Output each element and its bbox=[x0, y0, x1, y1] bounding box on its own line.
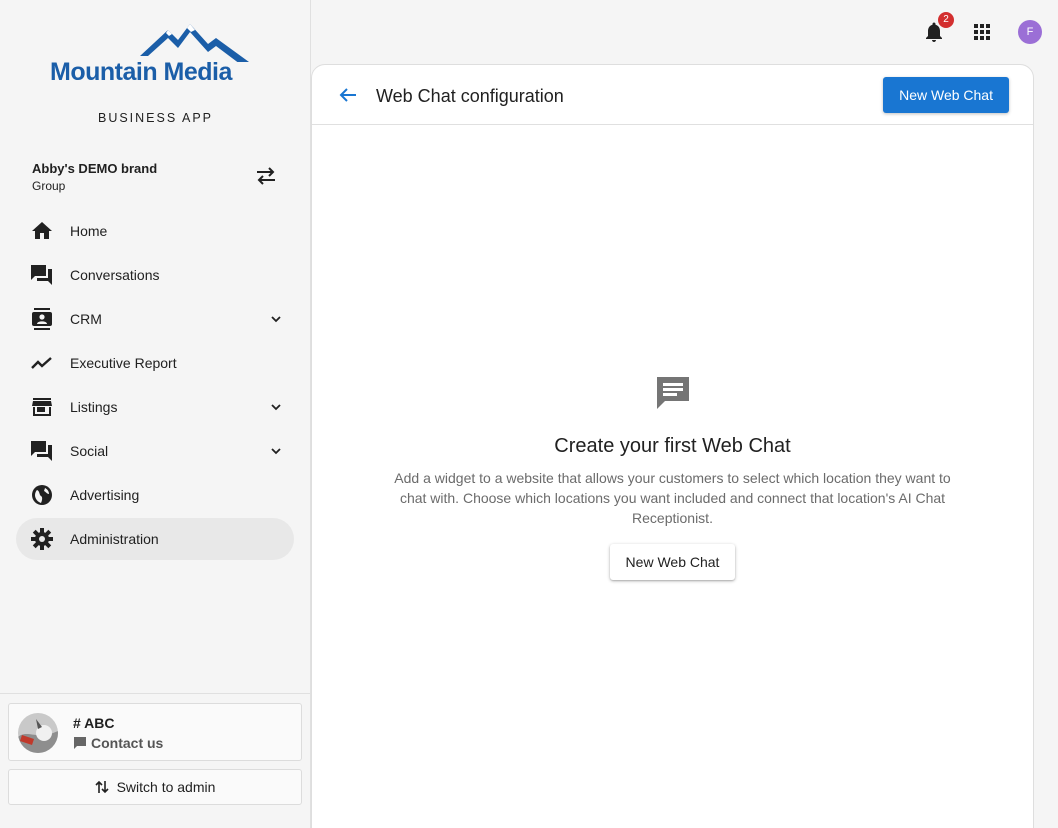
arrow-back-icon bbox=[339, 88, 356, 102]
notification-badge: 2 bbox=[938, 12, 954, 28]
sidebar-item-conversations[interactable]: Conversations bbox=[16, 254, 294, 296]
new-web-chat-button[interactable]: New Web Chat bbox=[883, 77, 1009, 113]
sidebar-nav: Home Conversations CRM Executive Report bbox=[16, 210, 294, 562]
chat-icon bbox=[74, 737, 86, 749]
brand-info: Abby's DEMO brand Group bbox=[32, 161, 157, 193]
contact-us-link[interactable]: Contact us bbox=[73, 735, 163, 751]
swap-vertical-icon bbox=[95, 780, 109, 794]
sidebar-item-label: Administration bbox=[70, 531, 159, 547]
apps-grid-icon bbox=[974, 24, 990, 40]
chevron-down-icon[interactable] bbox=[268, 399, 284, 415]
sidebar-item-label: Social bbox=[70, 443, 109, 459]
back-button[interactable] bbox=[336, 83, 360, 107]
sidebar-item-advertising[interactable]: Advertising bbox=[16, 474, 294, 516]
contacts-icon bbox=[30, 307, 54, 331]
chevron-down-icon[interactable] bbox=[268, 311, 284, 327]
logo-text: Mountain Media bbox=[50, 58, 232, 86]
gear-icon bbox=[30, 527, 54, 551]
sidebar-item-administration[interactable]: Administration bbox=[16, 518, 294, 560]
main-panel: Web Chat configuration New Web Chat Crea… bbox=[311, 64, 1034, 828]
partner-avatar bbox=[18, 713, 58, 753]
social-icon bbox=[30, 439, 54, 463]
sidebar-item-label: Listings bbox=[70, 399, 118, 415]
switch-admin-label: Switch to admin bbox=[116, 779, 216, 795]
app-label: BUSINESS APP bbox=[97, 111, 213, 125]
mountain-media-logo[interactable]: Mountain Media bbox=[48, 22, 262, 86]
sidebar-item-home[interactable]: Home bbox=[16, 210, 294, 252]
globe-icon bbox=[30, 483, 54, 507]
empty-state-title: Create your first Web Chat bbox=[554, 435, 791, 457]
brand-type: Group bbox=[32, 179, 66, 193]
sidebar-item-executive-report[interactable]: Executive Report bbox=[16, 342, 294, 384]
apps-button[interactable] bbox=[970, 20, 994, 44]
switch-to-admin-button[interactable]: Switch to admin bbox=[8, 769, 302, 805]
chat-message-icon bbox=[653, 373, 693, 413]
switch-brand-button[interactable] bbox=[254, 164, 278, 188]
brand-name: Abby's DEMO brand bbox=[32, 161, 158, 176]
sidebar-footer: # ABC Contact us Switch to admin bbox=[0, 693, 311, 828]
sidebar-item-listings[interactable]: Listings bbox=[16, 386, 294, 428]
sidebar: Mountain Media BUSINESS APP Abby's DEMO … bbox=[0, 0, 311, 828]
home-icon bbox=[30, 219, 54, 243]
swap-icon bbox=[257, 167, 275, 185]
contact-us-label: Contact us bbox=[91, 735, 164, 751]
chevron-down-icon[interactable] bbox=[268, 443, 284, 459]
empty-state: Create your first Web Chat Add a widget … bbox=[312, 373, 1033, 580]
empty-state-description: Add a widget to a website that allows yo… bbox=[394, 470, 951, 526]
partner-name: # ABC bbox=[73, 715, 115, 731]
sidebar-item-label: Home bbox=[70, 223, 108, 239]
page-title: Web Chat configuration bbox=[376, 86, 564, 106]
trending-icon bbox=[30, 351, 54, 375]
sidebar-item-label: Conversations bbox=[70, 267, 160, 283]
page-header: Web Chat configuration New Web Chat bbox=[312, 65, 1033, 125]
sidebar-item-social[interactable]: Social bbox=[16, 430, 294, 472]
empty-new-web-chat-button[interactable]: New Web Chat bbox=[609, 544, 736, 580]
contact-card[interactable]: # ABC Contact us bbox=[8, 703, 302, 761]
sidebar-item-label: CRM bbox=[70, 311, 102, 327]
storefront-icon bbox=[30, 395, 54, 419]
sidebar-item-crm[interactable]: CRM bbox=[16, 298, 294, 340]
sidebar-item-label: Executive Report bbox=[70, 355, 177, 371]
user-avatar[interactable]: F bbox=[1018, 20, 1042, 44]
sidebar-item-label: Advertising bbox=[70, 487, 140, 503]
forum-icon bbox=[30, 263, 54, 287]
